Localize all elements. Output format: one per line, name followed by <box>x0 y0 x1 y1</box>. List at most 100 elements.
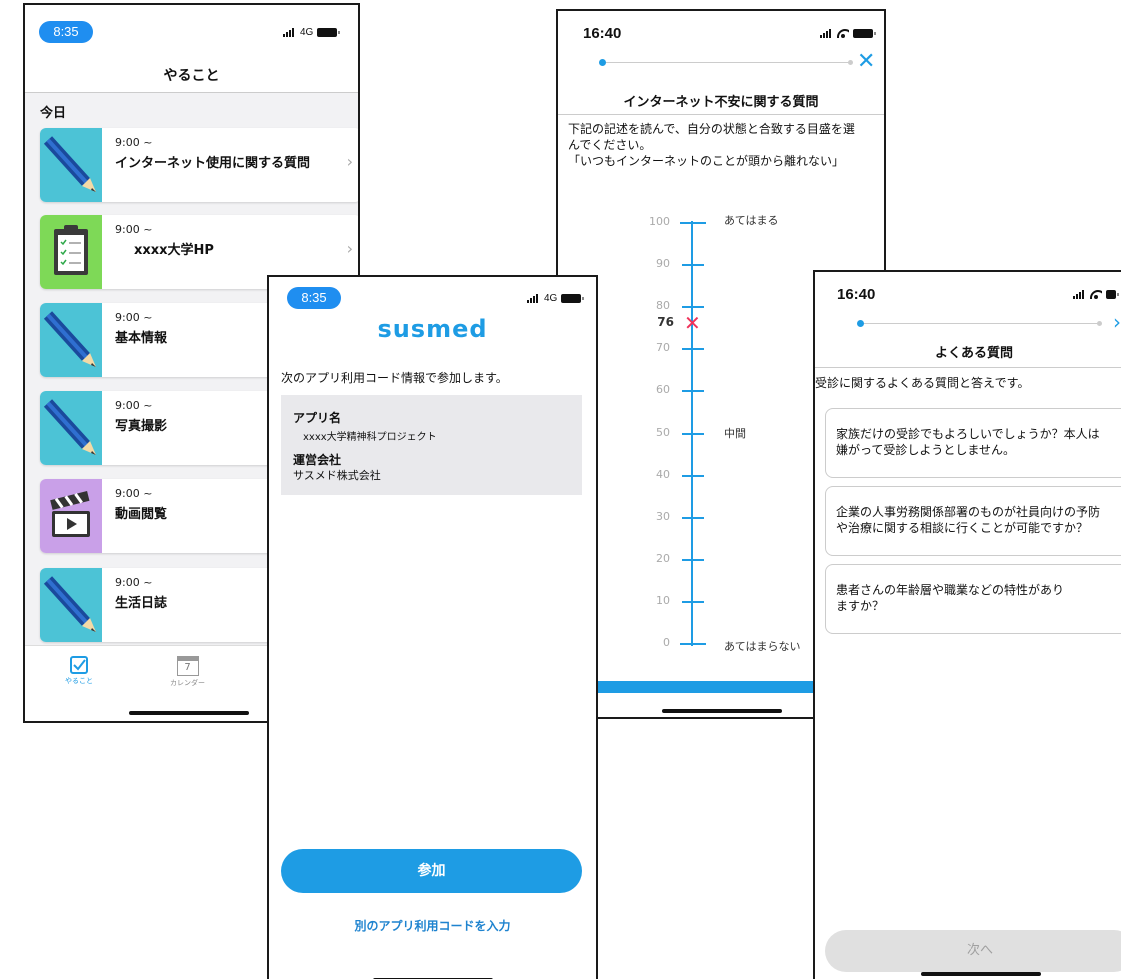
clipboard-icon <box>40 215 102 289</box>
task-name: 動画閲覧 <box>115 507 168 522</box>
susmed-logo: susmed <box>377 315 488 343</box>
signal-icon <box>1073 289 1086 299</box>
battery-icon <box>853 28 876 38</box>
scale-tick <box>680 222 706 224</box>
scale-tick <box>682 348 704 351</box>
task-item[interactable]: 9:00 ~ インターネット使用に関する質問 › <box>40 128 358 202</box>
faq-screen: 16:40 › よくある質問 受診に関するよくある質問と答えです。 家族だけの受… <box>813 270 1121 979</box>
task-time: 9:00 ~ <box>115 576 153 589</box>
prompt-line: んでください。 <box>568 138 652 152</box>
prompt-line: 下記の記述を読んで、自分の状態と合致する目盛を選 <box>568 122 855 136</box>
page-title: インターネット不安に関する質問 <box>623 95 819 110</box>
scale-tick-label: 0 <box>663 636 670 649</box>
divider <box>815 367 1121 368</box>
tab-calendar-label: カレンダー <box>170 679 205 687</box>
prompt-line: 「いつもインターネットのことが頭から離れない」 <box>568 154 845 168</box>
status-icons: 4G <box>283 27 341 38</box>
faq-question-line: ますか？ <box>836 599 885 613</box>
progress-start-dot <box>857 320 864 327</box>
faq-question-line: や治療に関する相談に行くことが可能ですか？ <box>836 521 1089 535</box>
faq-question-line: 家族だけの受診でもよろしいでしょうか？本人は <box>836 427 1100 441</box>
chevron-right-icon[interactable]: › <box>1113 310 1121 334</box>
app-info-box: アプリ名 xxxx大学精神科プロジェクト 運営会社 サスメド株式会社 <box>281 395 582 495</box>
faq-item[interactable]: 患者さんの年齢層や職業などの特性があり ますか？ <box>825 564 1121 634</box>
scale-tick <box>682 600 704 603</box>
scale-tick-label: 90 <box>656 257 670 271</box>
task-name: xxxx大学HP <box>134 243 214 258</box>
divider <box>558 114 884 115</box>
task-time: 9:00 ~ <box>115 487 153 500</box>
section-heading: 今日 <box>40 106 67 121</box>
chevron-right-icon: › <box>346 152 353 171</box>
join-screen: 8:35 4G susmed 次のアプリ利用コード情報で参加します。 アプリ名 … <box>267 275 598 979</box>
app-name-value: xxxx大学精神科プロジェクト <box>303 432 437 443</box>
status-time: 8:35 <box>287 287 341 309</box>
scale-anchor-top: あてはまる <box>724 214 779 227</box>
join-button[interactable]: 参加 <box>281 849 582 893</box>
scale-tick <box>682 558 704 561</box>
task-name: 写真撮影 <box>115 419 168 434</box>
scale-tick <box>680 643 706 645</box>
status-time: 16:40 <box>837 286 876 303</box>
tab-todo[interactable]: やること <box>65 656 93 686</box>
alt-code-link[interactable]: 別のアプリ利用コードを入力 <box>269 917 596 934</box>
status-time: 8:35 <box>39 21 93 43</box>
wifi-icon <box>1090 289 1102 299</box>
scale-tick-label: 60 <box>656 383 670 397</box>
selected-marker-icon[interactable]: ✕ <box>684 313 701 333</box>
scale-tick <box>682 432 704 435</box>
progress-end-dot <box>1097 321 1102 326</box>
scale-tick-label: 80 <box>656 299 670 313</box>
status-icons: 4G <box>527 293 585 304</box>
next-button[interactable]: 次へ <box>825 930 1121 972</box>
scale-tick-label: 70 <box>656 341 670 355</box>
status-time: 16:40 <box>583 25 622 42</box>
pencil-icon <box>40 391 102 465</box>
scale-tick-label: 40 <box>656 467 670 481</box>
scale-tick <box>682 306 704 309</box>
status-icons <box>1073 289 1119 299</box>
signal-icon <box>283 28 296 37</box>
question-prompt: 下記の記述を読んで、自分の状態と合致する目盛を選 んでください。 「いつもインタ… <box>568 121 884 169</box>
faq-question-line: 嫌がって受診しようとしません。 <box>836 443 1016 457</box>
scale-tick-label: 100 <box>649 215 670 228</box>
scale-tick-label: 30 <box>656 509 670 523</box>
scale-anchor-mid: 中間 <box>724 427 746 440</box>
close-icon[interactable]: ✕ <box>857 49 875 74</box>
battery-icon <box>317 28 341 37</box>
task-name: インターネット使用に関する質問 <box>115 156 311 171</box>
home-indicator <box>662 709 782 713</box>
faq-item[interactable]: 企業の人事労務関係部署のものが社員向けの予防 や治療に関する相談に行くことが可能… <box>825 486 1121 556</box>
page-title: やること <box>163 68 220 84</box>
scale-tick-label: 10 <box>656 593 670 607</box>
progress-start-dot <box>599 59 606 66</box>
battery-icon <box>561 294 585 303</box>
network-label: 4G <box>544 293 558 304</box>
calendar-icon: 7 <box>176 656 199 676</box>
company-label: 運営会社 <box>293 453 342 467</box>
progress-end-dot <box>848 60 853 65</box>
app-name-label: アプリ名 <box>293 411 342 425</box>
home-indicator <box>129 711 249 715</box>
faq-question-line: 企業の人事労務関係部署のものが社員向けの予防 <box>836 505 1101 519</box>
signal-icon <box>527 294 540 303</box>
faq-intro: 受診に関するよくある質問と答えです。 <box>815 376 1030 390</box>
task-time: 9:00 ~ <box>115 399 153 412</box>
scale-tick <box>682 474 704 477</box>
home-indicator <box>921 972 1041 976</box>
tab-calendar[interactable]: 7 カレンダー <box>170 656 205 688</box>
company-value: サスメド株式会社 <box>293 469 381 482</box>
task-time: 9:00 ~ <box>115 223 153 236</box>
tab-todo-label: やること <box>65 677 93 685</box>
faq-question-line: 患者さんの年齢層や職業などの特性があり <box>836 583 1065 597</box>
scale-anchor-bottom: あてはまらない <box>724 640 801 653</box>
wifi-icon <box>837 28 849 38</box>
scale-tick <box>682 264 704 267</box>
battery-icon <box>1106 289 1119 299</box>
task-time: 9:00 ~ <box>115 311 153 324</box>
faq-item[interactable]: 家族だけの受診でもよろしいでしょうか？本人は 嫌がって受診しようとしません。 <box>825 408 1121 478</box>
task-time: 9:00 ~ <box>115 136 153 149</box>
clapperboard-icon <box>40 479 102 553</box>
status-icons <box>820 28 876 38</box>
scale-tick-label: 20 <box>656 551 670 565</box>
